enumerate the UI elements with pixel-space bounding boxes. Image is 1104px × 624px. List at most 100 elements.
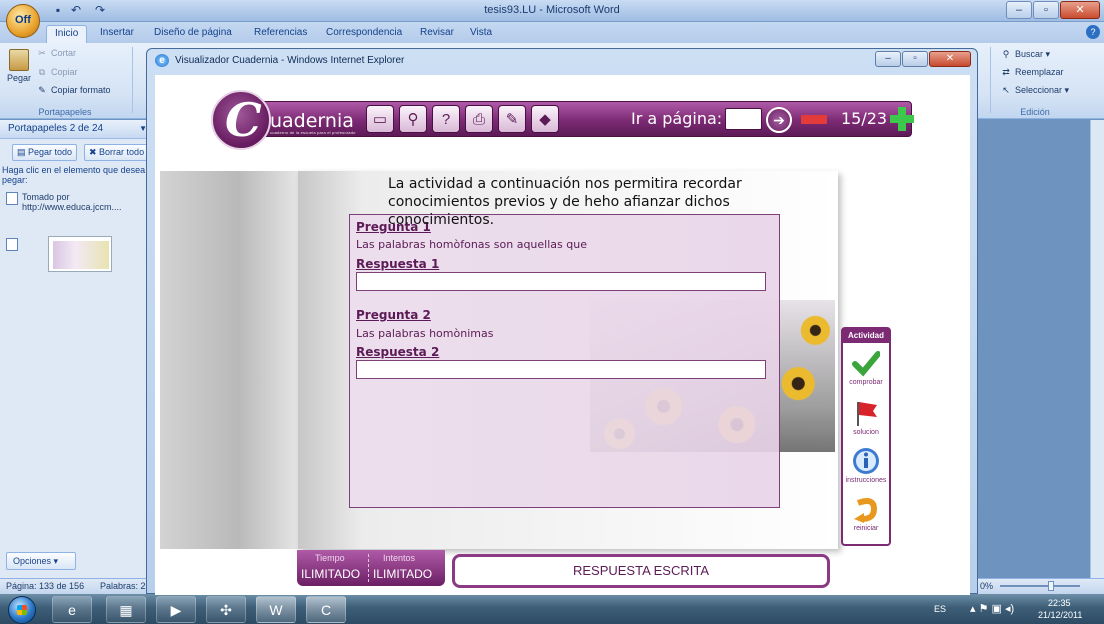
document-area (978, 120, 1104, 578)
question-1-text: Las palabras homòfonas son aquellas que (356, 238, 587, 251)
binoculars-icon: ⚲ (1002, 49, 1010, 60)
ie-taskbar-button[interactable]: e (52, 596, 92, 623)
clipboard-item-line1: Tomado por (22, 192, 70, 202)
system-tray: ES ▴ ⚑ ▣ ◂) 22:35 21/12/2011 (930, 598, 1100, 622)
word-count[interactable]: Palabras: 2 (100, 581, 146, 591)
page-indicator[interactable]: Página: 133 de 156 (6, 581, 84, 591)
ie-maximize-button[interactable]: ▫ (902, 51, 928, 67)
zoom-knob[interactable] (1048, 581, 1054, 591)
ribbon-separator (990, 47, 991, 113)
tab-inicio[interactable]: Inicio (46, 25, 88, 43)
cuadernia-taskbar-button[interactable]: C (306, 596, 346, 623)
tab-referencias[interactable]: Referencias (246, 25, 315, 43)
bookmark-icon[interactable]: ◆ (531, 105, 559, 133)
monitor-icon[interactable]: ▭ (366, 105, 394, 133)
word-title-bar: ▪ ↶ ↷ tesis93.LU - Microsoft Word – ▫ ✕ (0, 0, 1104, 22)
tab-revisar[interactable]: Revisar (412, 25, 462, 43)
previous-page-button[interactable] (801, 115, 827, 124)
clipboard-image-item[interactable] (48, 236, 112, 272)
cuadernia-icon: C (320, 602, 332, 618)
folder-icon: ▦ (119, 602, 133, 618)
restore-button[interactable]: ▫ (1033, 1, 1059, 19)
replace-button[interactable]: ⇄ Reemplazar (1000, 67, 1063, 78)
page-number-input[interactable] (725, 108, 762, 130)
tray-icons[interactable]: ▴ ⚑ ▣ ◂) (970, 602, 1014, 615)
replace-icon: ⇄ (1002, 67, 1010, 78)
vertical-scrollbar[interactable] (1090, 120, 1104, 578)
help-icon[interactable]: ? (1086, 25, 1100, 39)
close-button[interactable]: ✕ (1060, 1, 1100, 19)
answer-1-input[interactable] (356, 272, 766, 291)
go-to-page-label: Ir a página: (631, 109, 723, 128)
format-painter-button[interactable]: ✎ Copiar formato (36, 85, 110, 96)
restart-button[interactable]: reiniciar (843, 495, 889, 532)
tab-diseno[interactable]: Diseño de página (146, 25, 240, 43)
divider (368, 554, 369, 582)
media-icon: ▶ (170, 602, 182, 618)
answer-2-input[interactable] (356, 360, 766, 379)
question-2-label: Pregunta 2 (356, 308, 431, 322)
minimize-button[interactable]: – (1006, 1, 1032, 19)
ie-minimize-button[interactable]: – (875, 51, 901, 67)
office-button[interactable]: Off (6, 4, 40, 38)
zoom-slider[interactable] (1000, 585, 1080, 587)
answer-1-label: Respuesta 1 (356, 257, 440, 271)
activity-type-label: RESPUESTA ESCRITA (452, 554, 830, 588)
ie-close-button[interactable]: ✕ (929, 51, 971, 67)
paste-button[interactable]: Pegar (6, 49, 32, 89)
ribbon-separator (132, 47, 133, 113)
word-icon: W (269, 602, 283, 618)
document-icon (6, 192, 18, 205)
cuadernia-tagline: cuaderno de la escuela para el profesora… (270, 130, 356, 135)
go-arrow-icon[interactable]: ➔ (766, 107, 792, 133)
page-left-shadow (160, 171, 302, 549)
next-page-button[interactable] (888, 105, 914, 133)
check-button[interactable]: comprobar (843, 349, 889, 386)
tab-vista[interactable]: Vista (462, 25, 500, 43)
cut-button[interactable]: ✂ Cortar (36, 48, 76, 59)
tab-insertar[interactable]: Insertar (92, 25, 142, 43)
restart-arrow-icon (854, 498, 878, 523)
help-icon[interactable]: ? (432, 105, 460, 133)
editing-group-label: Edición (1020, 107, 1050, 117)
copy-icon: ⧉ (38, 67, 46, 78)
intro-text: La actividad a continuación nos permitir… (388, 176, 742, 228)
word-taskbar-button[interactable]: W (256, 596, 296, 623)
cuadernia-toolbar: uadernia cuaderno de la escuela para el … (255, 101, 914, 137)
ie-window-controls: – ▫ ✕ (874, 51, 971, 67)
clipboard-hint: Haga clic en el elemento que desea pegar… (2, 165, 146, 185)
clear-all-button[interactable]: ✖ Borrar todo (84, 144, 150, 161)
clipboard-item[interactable]: Tomado por http://www.educa.jccm.... (6, 192, 156, 212)
media-taskbar-button[interactable]: ▶ (156, 596, 196, 623)
start-button[interactable] (8, 596, 36, 624)
paint-icon[interactable]: ✎ (498, 105, 526, 133)
options-button[interactable]: Opciones ▾ (6, 552, 76, 570)
select-button[interactable]: ↖ Seleccionar ▾ (1000, 85, 1069, 96)
clear-icon: ✖ (89, 147, 100, 157)
explorer-taskbar-button[interactable]: ▦ (106, 596, 146, 623)
paste-icon (9, 49, 29, 71)
cuadernia-brand: uadernia (270, 110, 354, 132)
ie-window: e Visualizador Cuadernia - Windows Inter… (146, 48, 978, 595)
paste-icon: ▤ (17, 147, 29, 157)
ie-window-title: Visualizador Cuadernia - Windows Interne… (175, 55, 405, 66)
print-icon[interactable]: ⎙ (465, 105, 493, 133)
instructions-button[interactable]: instrucciones (843, 447, 889, 484)
copy-button[interactable]: ⧉ Copiar (36, 67, 78, 78)
clock-time[interactable]: 22:35 (1048, 598, 1071, 608)
app-taskbar-button[interactable]: ✣ (206, 596, 246, 623)
search-icon[interactable]: ⚲ (399, 105, 427, 133)
question-2-text: Las palabras homònimas (356, 327, 494, 340)
paste-all-button[interactable]: ▤ Pegar todo (12, 144, 78, 161)
clock-date[interactable]: 21/12/2011 (1038, 610, 1082, 620)
zoom-level[interactable]: 0% (980, 581, 993, 591)
clipboard-pane-header: Portapapeles 2 de 24 ▼ (0, 120, 159, 139)
solution-button[interactable]: solucion (843, 399, 889, 436)
tab-correspondencia[interactable]: Correspondencia (318, 25, 410, 43)
image-icon (6, 238, 18, 251)
language-indicator[interactable]: ES (934, 604, 946, 614)
find-button[interactable]: ⚲ Buscar ▾ (1000, 49, 1050, 60)
activity-panel: Actividad comprobar solucion instruccion… (841, 327, 891, 546)
clipboard-pane-title: Portapapeles 2 de 24 (8, 123, 104, 134)
clipboard-item-line2: http://www.educa.jccm.... (22, 202, 122, 212)
